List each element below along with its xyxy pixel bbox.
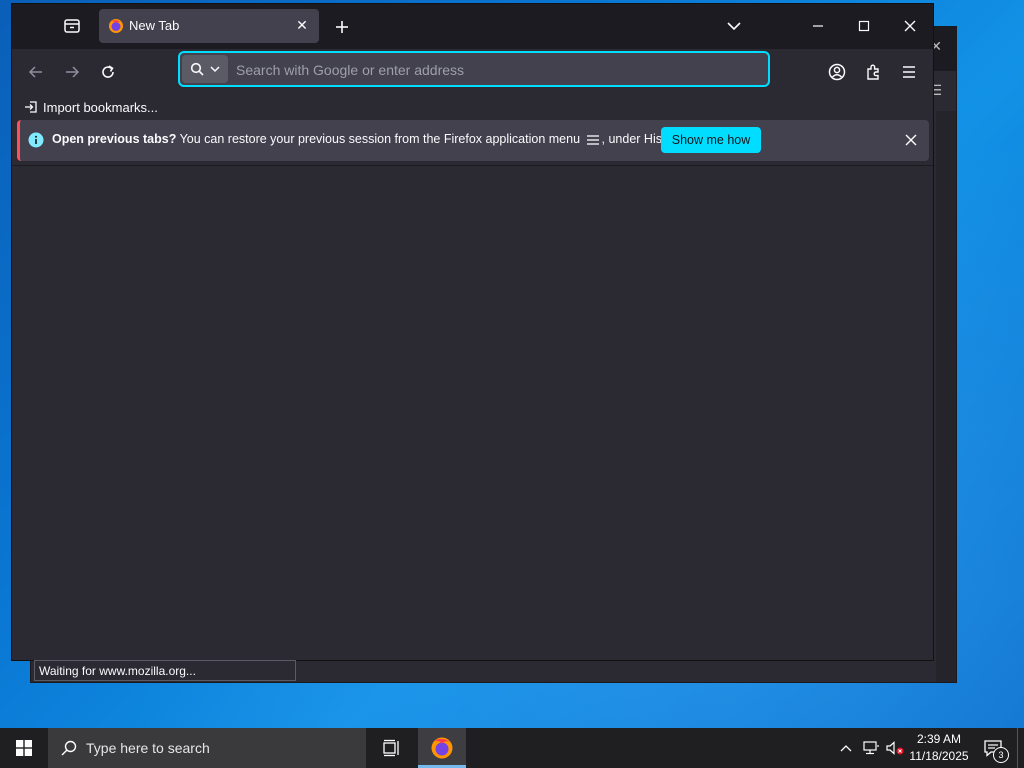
taskbar: Type here to search 2:39 AM 11/18/2025 3 <box>0 728 1024 768</box>
arrow-left-icon <box>28 66 42 78</box>
extensions-button[interactable] <box>860 59 888 85</box>
windows-logo-icon <box>16 740 32 756</box>
import-icon <box>25 101 37 113</box>
maximize-icon <box>858 20 870 32</box>
tab-title: New Tab <box>129 18 180 33</box>
tab-close-icon[interactable]: ✕ <box>293 17 311 35</box>
close-window-button[interactable] <box>887 12 933 40</box>
notification-body: You can restore your previous session fr… <box>179 132 581 146</box>
volume-button[interactable] <box>884 738 906 758</box>
minimize-icon <box>813 25 823 27</box>
notification-close-button[interactable] <box>901 130 921 150</box>
import-bookmarks-button[interactable]: Import bookmarks... <box>24 97 158 117</box>
account-button[interactable] <box>823 59 851 85</box>
start-button[interactable] <box>0 728 48 768</box>
search-icon <box>190 62 204 76</box>
new-tab-button[interactable] <box>330 15 354 39</box>
info-icon <box>28 132 44 148</box>
bookmarks-toolbar: Import bookmarks... <box>12 93 933 121</box>
address-bar[interactable] <box>178 51 770 87</box>
network-icon <box>863 741 879 755</box>
session-restore-notification: Open previous tabs? You can restore your… <box>17 120 929 161</box>
puzzle-icon <box>867 64 879 80</box>
address-input[interactable] <box>234 58 758 82</box>
status-panel: Waiting for www.mozilla.org... <box>34 660 296 681</box>
minimize-button[interactable] <box>795 12 841 40</box>
chevron-up-icon <box>840 745 852 752</box>
show-desktop-button[interactable] <box>1017 728 1024 768</box>
clock-time: 2:39 AM <box>916 732 962 746</box>
close-icon <box>904 20 916 32</box>
taskbar-firefox-button[interactable] <box>418 728 466 768</box>
navigation-toolbar <box>12 49 933 93</box>
import-bookmarks-label: Import bookmarks... <box>43 99 158 115</box>
firefox-view-button[interactable] <box>60 14 84 38</box>
notification-message: Open previous tabs? You can restore your… <box>52 132 685 146</box>
volume-muted-icon <box>886 741 904 755</box>
network-button[interactable] <box>860 738 882 758</box>
tab-bar: New Tab ✕ <box>12 4 933 49</box>
plus-icon <box>336 21 348 33</box>
back-button[interactable] <box>22 59 50 85</box>
taskbar-search-placeholder: Type here to search <box>86 740 210 756</box>
firefox-logo-icon <box>109 19 123 33</box>
show-me-how-button[interactable]: Show me how <box>661 127 761 153</box>
page-content-area <box>12 165 933 660</box>
close-icon <box>905 134 917 146</box>
list-all-tabs-button[interactable] <box>722 16 746 36</box>
task-view-icon <box>383 739 399 757</box>
notification-title: Open previous tabs? <box>52 132 177 146</box>
taskbar-search-box[interactable]: Type here to search <box>48 728 366 768</box>
firefox-window: New Tab ✕ Search with Google or enter ad… <box>12 4 933 660</box>
notification-count-badge: 3 <box>993 747 1009 763</box>
chevron-down-icon <box>727 22 741 31</box>
reload-icon <box>102 65 114 78</box>
hamburger-menu-icon <box>586 135 599 145</box>
task-view-button[interactable] <box>370 728 414 768</box>
firefox-view-icon <box>64 19 80 33</box>
firefox-logo-icon <box>431 737 453 759</box>
system-clock[interactable]: 2:39 AM 11/18/2025 <box>906 731 972 765</box>
chevron-down-icon <box>210 66 220 73</box>
search-icon <box>60 739 78 757</box>
clock-date: 11/18/2025 <box>909 749 969 763</box>
reload-button[interactable] <box>94 59 122 85</box>
account-icon <box>828 63 846 81</box>
app-menu-button[interactable] <box>895 59 923 85</box>
search-engine-selector[interactable] <box>182 55 228 83</box>
background-window-edge <box>936 111 956 682</box>
show-hidden-icons-button[interactable] <box>836 738 856 758</box>
maximize-button[interactable] <box>841 12 887 40</box>
forward-button[interactable] <box>58 59 86 85</box>
tab-new-tab[interactable]: New Tab ✕ <box>99 9 319 43</box>
hamburger-menu-icon <box>903 66 915 78</box>
arrow-right-icon <box>66 66 80 78</box>
